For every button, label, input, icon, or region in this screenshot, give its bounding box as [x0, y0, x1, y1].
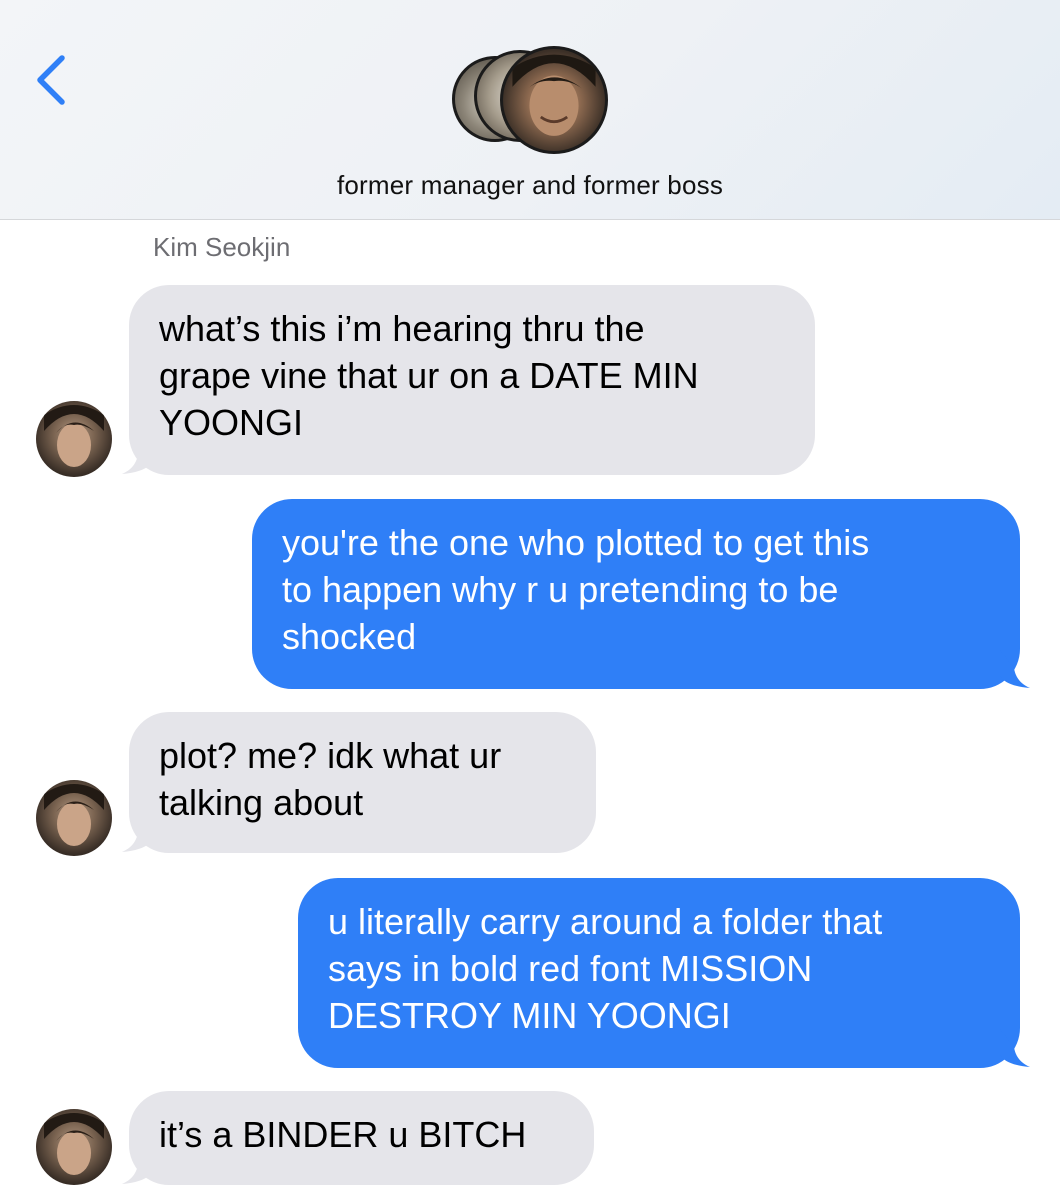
- contact-photo: [44, 784, 104, 846]
- message-line: shocked: [282, 616, 417, 657]
- message-bubble-incoming[interactable]: it’s a BINDER u BITCH: [129, 1091, 594, 1185]
- contact-photo: [44, 405, 104, 467]
- contact-photo: [44, 1113, 104, 1175]
- chevron-left-icon[interactable]: [28, 50, 78, 110]
- message-line: plot? me? idk what ur: [159, 735, 502, 776]
- message-line: to happen why r u pretending to be: [282, 569, 839, 610]
- message-bubble-outgoing[interactable]: u literally carry around a folder that s…: [298, 878, 1020, 1068]
- contact-avatar[interactable]: [36, 780, 112, 856]
- message-bubble-outgoing[interactable]: you're the one who plotted to get this t…: [252, 499, 1020, 689]
- message-bubble-incoming[interactable]: what’s this i’m hearing thru the grape v…: [129, 285, 815, 475]
- message-line: u literally carry around a folder that: [328, 901, 883, 942]
- member-avatar: [500, 46, 608, 154]
- message-line: what’s this i’m hearing thru the: [159, 308, 645, 349]
- conversation-header: former manager and former boss: [0, 0, 1060, 220]
- contact-avatar[interactable]: [36, 401, 112, 477]
- member-photo: [512, 54, 596, 136]
- group-avatar-stack[interactable]: [452, 46, 612, 156]
- message-line: YOONGI: [159, 402, 304, 443]
- sender-name: Kim Seokjin: [153, 232, 291, 262]
- bubble-tail: [1000, 1029, 1030, 1067]
- contact-avatar[interactable]: [36, 1109, 112, 1185]
- message-bubble-incoming[interactable]: plot? me? idk what ur talking about: [129, 712, 596, 853]
- message-line: grape vine that ur on a DATE MIN: [159, 355, 699, 396]
- message-line: says in bold red font MISSION: [328, 948, 813, 989]
- message-line: it’s a BINDER u BITCH: [159, 1114, 527, 1155]
- message-line: DESTROY MIN YOONGI: [328, 995, 731, 1036]
- message-line: talking about: [159, 782, 364, 823]
- bubble-tail: [1000, 650, 1030, 688]
- message-line: you're the one who plotted to get this: [282, 522, 870, 563]
- group-name[interactable]: former manager and former boss: [0, 170, 1060, 201]
